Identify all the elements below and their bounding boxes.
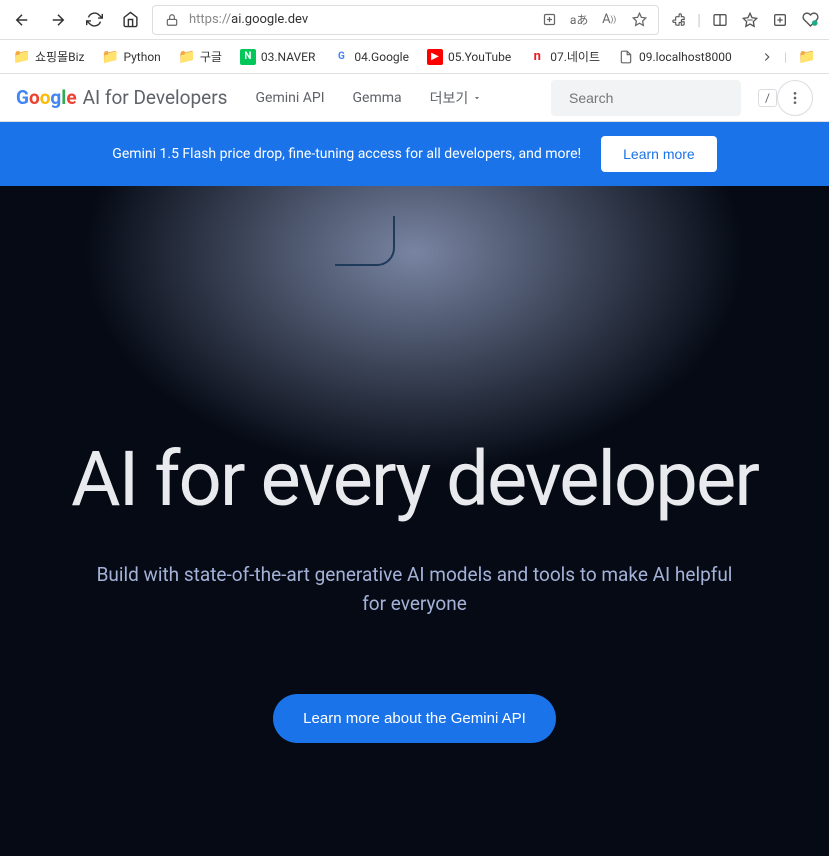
site-header: Google AI for Developers Gemini API Gemm… <box>0 74 829 122</box>
nav-links: Gemini API Gemma 더보기 <box>255 88 482 108</box>
bookmark-label: 쇼핑몰Biz <box>35 48 84 65</box>
bookmark-label: Python <box>123 50 160 64</box>
bookmark-naver[interactable]: N 03.NAVER <box>234 45 322 69</box>
forward-button[interactable] <box>44 6 72 34</box>
bookmark-localhost[interactable]: 09.localhost8000 <box>612 45 738 69</box>
translate-icon[interactable]: aあ <box>568 9 590 31</box>
google-logo-icon: Google <box>16 86 77 109</box>
folder-icon: 📁 <box>14 49 30 65</box>
chevron-right-icon[interactable] <box>756 46 778 68</box>
bookmark-overflow-folder[interactable]: 📁 <box>793 45 821 69</box>
hero-cta-button[interactable]: Learn more about the Gemini API <box>273 694 556 743</box>
home-icon <box>122 11 139 28</box>
bookmark-nate[interactable]: n 07.네이트 <box>523 44 606 69</box>
bookmark-label: 07.네이트 <box>550 48 600 65</box>
folder-icon: 📁 <box>799 49 815 65</box>
split-screen-icon[interactable] <box>709 9 731 31</box>
nav-more-label: 더보기 <box>430 88 469 108</box>
bookmark-label: 04.Google <box>354 50 409 64</box>
more-vert-icon <box>787 90 803 106</box>
announcement-banner: Gemini 1.5 Flash price drop, fine-tuning… <box>0 122 829 186</box>
nav-more[interactable]: 더보기 <box>430 88 483 108</box>
youtube-icon: ▶ <box>427 49 443 65</box>
extensions-icon[interactable] <box>667 9 689 31</box>
favorites-icon[interactable] <box>739 9 761 31</box>
refresh-icon <box>86 11 103 28</box>
home-button[interactable] <box>116 6 144 34</box>
logo[interactable]: Google AI for Developers <box>16 86 227 109</box>
folder-icon: 📁 <box>179 49 195 65</box>
refresh-button[interactable] <box>80 6 108 34</box>
logo-suffix: AI for Developers <box>83 86 228 109</box>
bookmark-label: 05.YouTube <box>448 50 511 64</box>
banner-learn-more-button[interactable]: Learn more <box>601 136 717 172</box>
nav-gemini-api[interactable]: Gemini API <box>255 90 324 106</box>
search-input[interactable] <box>569 90 750 106</box>
favorite-icon[interactable] <box>628 9 650 31</box>
bookmark-youtube[interactable]: ▶ 05.YouTube <box>421 45 517 69</box>
kbd-hint: / <box>758 89 777 107</box>
hero-section: AI for every developer Build with state-… <box>0 186 829 856</box>
arrow-left-icon <box>13 11 31 29</box>
url-text: https://ai.google.dev <box>189 12 308 27</box>
back-button[interactable] <box>8 6 36 34</box>
folder-icon: 📁 <box>102 49 118 65</box>
overflow-menu-button[interactable] <box>777 80 813 116</box>
url-bar[interactable]: https://ai.google.dev aあ A)) <box>152 5 659 35</box>
decorative-flourish <box>335 216 395 266</box>
bookmark-python[interactable]: 📁 Python <box>96 45 166 69</box>
google-icon: G <box>333 49 349 65</box>
bookmark-shopping[interactable]: 📁 쇼핑몰Biz <box>8 44 90 69</box>
dropdown-arrow-icon <box>472 93 482 103</box>
bookmark-google[interactable]: G 04.Google <box>327 45 415 69</box>
nav-gemma[interactable]: Gemma <box>353 90 402 106</box>
reader-icon[interactable]: A)) <box>598 9 620 31</box>
search-box[interactable]: / <box>551 80 741 116</box>
arrow-right-icon <box>49 11 67 29</box>
browser-toolbar: https://ai.google.dev aあ A)) | <box>0 0 829 40</box>
url-bar-actions: aあ A)) <box>538 9 650 31</box>
bookmark-google-folder[interactable]: 📁 구글 <box>173 44 228 69</box>
hero-title: AI for every developer <box>40 186 789 523</box>
bookmark-label: 구글 <box>200 48 222 65</box>
hero-subtitle: Build with state-of-the-art generative A… <box>95 561 735 618</box>
bookmarks-bar: 📁 쇼핑몰Biz 📁 Python 📁 구글 N 03.NAVER G 04.Google… <box>0 40 829 74</box>
bookmark-label: 09.localhost8000 <box>639 50 732 64</box>
performance-icon[interactable] <box>799 9 821 31</box>
page-icon <box>618 49 634 65</box>
shopping-icon[interactable] <box>538 9 560 31</box>
lock-icon[interactable] <box>161 9 183 31</box>
collections-icon[interactable] <box>769 9 791 31</box>
banner-text: Gemini 1.5 Flash price drop, fine-tuning… <box>112 146 581 162</box>
naver-icon: N <box>240 49 256 65</box>
bookmark-label: 03.NAVER <box>261 50 316 64</box>
nate-icon: n <box>529 49 545 65</box>
